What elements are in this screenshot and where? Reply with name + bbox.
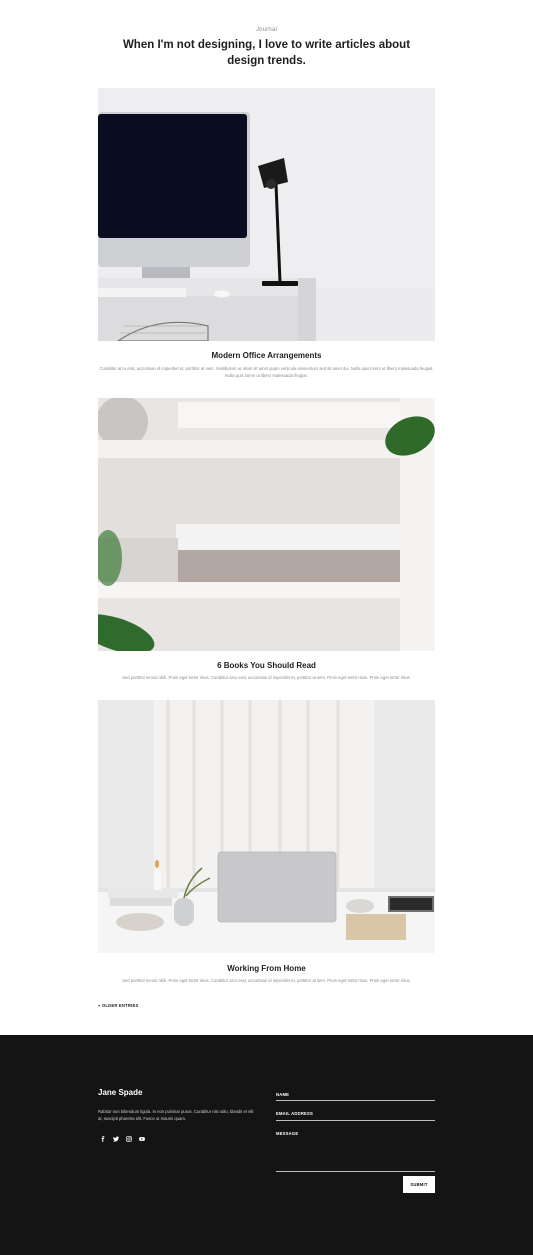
post-image-office[interactable] bbox=[98, 88, 435, 341]
post-title[interactable]: 6 Books You Should Read bbox=[98, 661, 435, 670]
books-photo bbox=[98, 398, 435, 651]
footer-brand: Jane Spade bbox=[98, 1088, 143, 1097]
page: Journal When I'm not designing, I love t… bbox=[0, 0, 533, 1255]
facebook-icon[interactable] bbox=[98, 1134, 107, 1143]
older-entries-link[interactable]: « OLDER ENTRIES bbox=[98, 1003, 138, 1008]
name-field[interactable]: NAME bbox=[276, 1092, 435, 1101]
post-excerpt: Sed porttitor lectus nibh. Proin eget to… bbox=[122, 978, 411, 983]
post-excerpt: Curabitur arcu erat, accumsan id imperdi… bbox=[99, 366, 434, 378]
instagram-icon[interactable] bbox=[124, 1134, 133, 1143]
email-field[interactable]: EMAIL ADDRESS bbox=[276, 1111, 435, 1121]
home-desk-photo bbox=[98, 700, 435, 953]
post-image-books[interactable] bbox=[98, 398, 435, 651]
post-title[interactable]: Working From Home bbox=[98, 964, 435, 973]
office-photo bbox=[98, 88, 435, 341]
submit-button[interactable]: SUBMIT bbox=[403, 1176, 435, 1193]
twitter-icon[interactable] bbox=[111, 1134, 120, 1143]
message-field[interactable]: MESSAGE bbox=[276, 1131, 435, 1172]
post-image-home-desk[interactable] bbox=[98, 700, 435, 953]
social-links bbox=[98, 1134, 146, 1143]
post-excerpt: Sed porttitor lectus nibh. Proin eget to… bbox=[122, 675, 411, 680]
section-eyebrow: Journal bbox=[255, 27, 278, 33]
email-field-label: EMAIL ADDRESS bbox=[276, 1111, 314, 1116]
site-footer: Jane Spade Rabitur non bibendum ligula. … bbox=[0, 1035, 533, 1255]
page-title: When I'm not designing, I love to write … bbox=[122, 39, 411, 67]
name-field-label: NAME bbox=[276, 1092, 290, 1097]
footer-about-text: Rabitur non bibendum ligula. In non pulv… bbox=[98, 1109, 254, 1121]
youtube-icon[interactable] bbox=[137, 1134, 146, 1143]
post-title[interactable]: Modern Office Arrangements bbox=[98, 351, 435, 360]
message-field-label: MESSAGE bbox=[276, 1131, 299, 1136]
